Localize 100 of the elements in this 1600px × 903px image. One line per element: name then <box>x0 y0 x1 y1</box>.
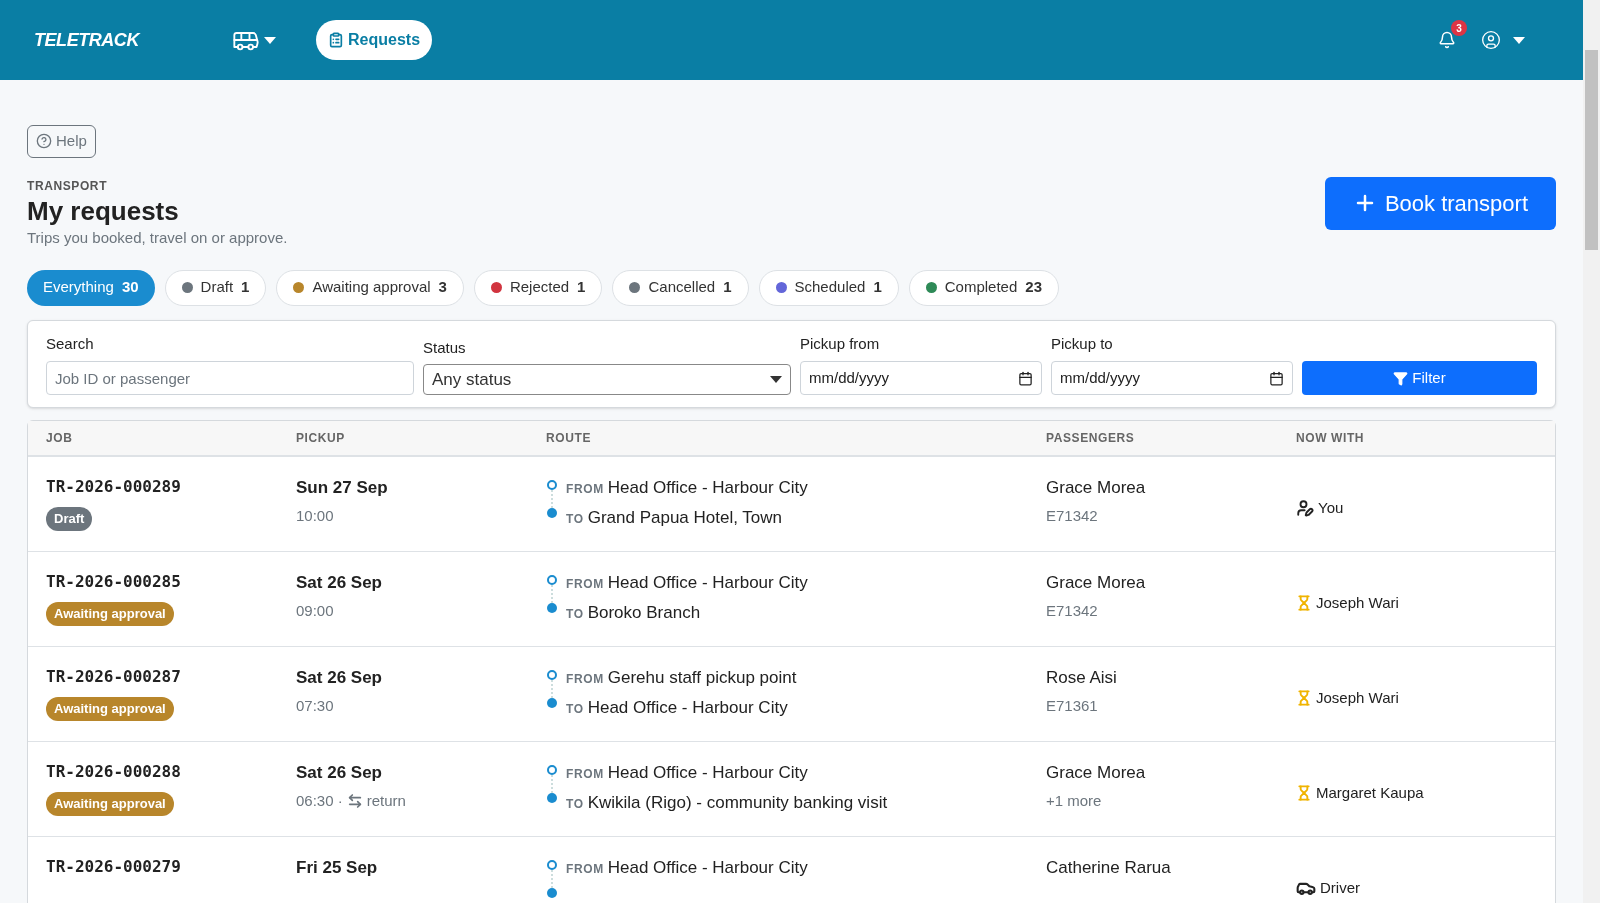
route-to: Boroko Branch <box>587 601 701 624</box>
column-header: PICKUP <box>296 430 346 447</box>
route-line-icon <box>546 860 558 900</box>
passenger-name: Grace Morea <box>1046 762 1147 784</box>
route-label: TO <box>566 700 584 718</box>
route-from: Head Office - Harbour City <box>607 572 808 594</box>
passenger-name: Grace Morea <box>1046 572 1147 594</box>
route-label: FROM <box>566 576 604 593</box>
route-from: Head Office - Harbour City <box>607 857 808 879</box>
job-id[interactable]: TR-2026-000285 <box>46 570 181 594</box>
route-label: FROM <box>566 671 604 688</box>
page-subtitle: Trips you booked, travel on or approve. <box>27 228 288 248</box>
section-eyebrow: TRANSPORT <box>27 177 109 195</box>
job-id[interactable]: TR-2026-000289 <box>46 475 181 499</box>
status-select[interactable]: Any status <box>423 364 791 395</box>
passenger-name: Rose Aisi <box>1046 667 1118 689</box>
user-icon <box>1481 30 1501 50</box>
caret-icon <box>1513 36 1525 44</box>
route-line-icon <box>546 670 558 710</box>
hourglass-icon <box>1296 785 1312 802</box>
notifications-button[interactable] <box>1437 30 1457 50</box>
pickup-date: Sat 26 Sep <box>296 572 383 594</box>
pickup-time: 10:00 <box>296 505 334 526</box>
pickup-date: Sat 26 Sep <box>296 762 383 784</box>
filter-chip[interactable]: Rejected 1 <box>473 269 603 306</box>
pickup-date: Sun 27 Sep <box>296 477 389 499</box>
logo[interactable]: TELETRACK <box>34 26 194 54</box>
route-label: TO <box>566 510 584 528</box>
column-header: PASSENGERS <box>1046 430 1136 447</box>
route-line-icon <box>546 480 558 520</box>
route-to: Grand Papua Hotel, Town <box>587 506 783 529</box>
status-badge: Awaiting approval <box>46 602 174 626</box>
route-from: Gerehu staff pickup point <box>607 667 797 689</box>
route-label: FROM <box>566 481 604 498</box>
book-transport-button[interactable]: Book transport <box>1324 176 1556 230</box>
return-icon <box>346 792 363 809</box>
route-line-icon <box>546 765 558 805</box>
caret-icon <box>770 376 782 383</box>
job-id[interactable]: TR-2026-000279 <box>46 855 181 879</box>
field-label: Pickup to <box>1051 333 1114 354</box>
passenger-detail: E71342 <box>1046 505 1099 526</box>
route-label: FROM <box>566 766 604 783</box>
column-header: JOB <box>46 430 74 447</box>
filter-chip[interactable]: Awaiting approval 3 <box>276 269 464 306</box>
passenger-name: Catherine Rarua <box>1046 857 1172 879</box>
filter-chip[interactable]: Completed 23 <box>908 269 1059 306</box>
pickup-date: Fri 25 Sep <box>296 857 379 879</box>
calendar-icon <box>1018 370 1033 386</box>
nav-tab[interactable]: Requests <box>316 20 433 60</box>
user-edit-icon <box>1296 499 1314 518</box>
return-label: return <box>366 790 406 811</box>
route-label: TO <box>566 605 584 623</box>
scrollbar[interactable] <box>1583 0 1600 903</box>
assignee-name: Joseph Wari <box>1316 688 1399 708</box>
job-id[interactable]: TR-2026-000288 <box>46 760 181 784</box>
job-id[interactable]: TR-2026-000287 <box>46 665 181 689</box>
route-label: FROM <box>566 861 604 878</box>
pickup-date: Sat 26 Sep <box>296 667 383 689</box>
filter-chip[interactable]: Everything 30 <box>27 269 155 306</box>
assignee-name: You <box>1318 498 1344 518</box>
hourglass-icon <box>1296 595 1312 612</box>
route-from: Head Office - Harbour City <box>607 762 808 784</box>
column-header: NOW WITH <box>1296 430 1366 447</box>
assignee-name: Driver <box>1320 878 1360 898</box>
filter-chip[interactable]: Cancelled 1 <box>612 269 749 306</box>
status-badge: Awaiting approval <box>46 792 174 816</box>
pickup-time: 07:30 <box>296 695 334 716</box>
route-to: Head Office - Harbour City <box>587 696 788 719</box>
status-badge: Draft <box>46 507 93 531</box>
caret-icon <box>264 36 276 44</box>
page-title: My requests <box>27 194 180 227</box>
assignee-name: Joseph Wari <box>1316 593 1399 613</box>
route-label: TO <box>566 795 584 813</box>
date-field[interactable]: mm/dd/yyyy <box>800 361 1042 395</box>
status-badge: Awaiting approval <box>46 697 174 721</box>
filter-button[interactable]: Filter <box>1302 361 1537 395</box>
account-menu[interactable] <box>1481 30 1525 50</box>
route-from: Head Office - Harbour City <box>607 477 808 499</box>
passenger-detail: E71342 <box>1046 600 1099 621</box>
pickup-time: 09:00 <box>296 600 334 621</box>
help-icon <box>36 133 52 150</box>
route-to: Kwikila (Rigo) - community banking visit <box>587 791 888 814</box>
filter-chip[interactable]: Scheduled 1 <box>758 269 899 306</box>
passenger-detail: E71361 <box>1046 695 1099 716</box>
help-button[interactable]: Help <box>27 125 96 158</box>
filter-chip[interactable]: Draft 1 <box>164 269 267 306</box>
search-field[interactable]: Job ID or passenger <box>46 361 414 395</box>
notification-count: 3 <box>1451 20 1467 36</box>
passenger-name: Grace Morea <box>1046 477 1147 499</box>
passenger-detail: +1 more <box>1046 790 1103 811</box>
route-line-icon <box>546 575 558 615</box>
filter-icon <box>1393 370 1409 386</box>
field-label: Search <box>46 333 95 354</box>
date-field[interactable]: mm/dd/yyyy <box>1051 361 1293 395</box>
hourglass-icon <box>1296 690 1312 707</box>
calendar-icon <box>1269 370 1284 386</box>
assignee-name: Margaret Kaupa <box>1316 783 1424 803</box>
field-label: Status <box>423 337 467 358</box>
clipboard-icon <box>328 32 344 48</box>
pickup-time: 06:30 · <box>296 790 343 811</box>
